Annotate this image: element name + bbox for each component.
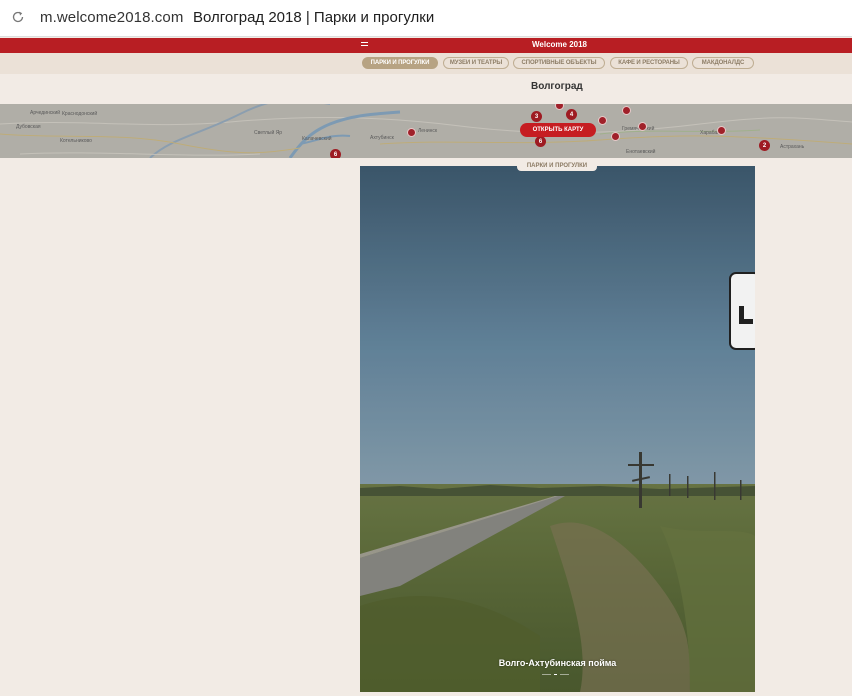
map-pin-icon[interactable] xyxy=(622,106,631,115)
url-text[interactable]: m.welcome2018.com xyxy=(40,9,183,26)
city-header: Волгоград xyxy=(0,74,852,104)
place-name: Волго-Ахтубинская пойма xyxy=(498,658,617,668)
hamburger-icon[interactable] xyxy=(361,40,369,50)
slide-dot[interactable] xyxy=(560,674,569,675)
reload-icon[interactable] xyxy=(11,10,25,24)
map-pin-icon[interactable] xyxy=(611,132,620,141)
slide-dot-active[interactable] xyxy=(554,674,557,675)
city-title: Волгоград xyxy=(531,81,583,92)
category-tab-parks[interactable]: ПАРКИ И ПРОГУЛКИ xyxy=(362,57,438,69)
place-card[interactable]: Волго-Ахтубинская пойма xyxy=(360,166,755,692)
page-title-text: Волгоград 2018 | Парки и прогулки xyxy=(193,9,435,26)
section-tag: ПАРКИ И ПРОГУЛКИ xyxy=(517,160,597,171)
map-pin-icon[interactable] xyxy=(717,126,726,135)
category-tab-sports[interactable]: СПОРТИВНЫЕ ОБЪЕКТЫ xyxy=(513,57,605,69)
map-pin-icon[interactable] xyxy=(638,122,647,131)
slide-indicator xyxy=(542,674,569,675)
map-preview[interactable]: Арчединский Краснодонский Дубовская Коте… xyxy=(0,104,852,158)
map-marker[interactable]: 6 xyxy=(330,149,341,158)
site-top-bar: Welcome 2018 xyxy=(0,38,852,53)
map-marker[interactable]: 3 xyxy=(531,111,542,122)
slide-dot[interactable] xyxy=(542,674,551,675)
map-pin-icon[interactable] xyxy=(598,116,607,125)
category-tab-cafes[interactable]: КАФЕ И РЕСТОРАНЫ xyxy=(610,57,688,69)
open-map-button[interactable]: ОТКРЫТЬ КАРТУ xyxy=(520,123,596,137)
browser-address-bar: m.welcome2018.com Волгоград 2018 | Парки… xyxy=(0,0,852,37)
category-tab-mcdonalds[interactable]: МАКДОНАЛДС xyxy=(692,57,754,69)
category-tab-museums[interactable]: МУЗЕИ И ТЕАТРЫ xyxy=(443,57,509,69)
place-photo xyxy=(360,166,755,692)
map-marker[interactable]: 4 xyxy=(566,109,577,120)
site-brand[interactable]: Welcome 2018 xyxy=(532,40,587,49)
map-marker[interactable]: 2 xyxy=(759,140,770,151)
map-marker[interactable]: 6 xyxy=(535,136,546,147)
map-pin-icon[interactable] xyxy=(407,128,416,137)
category-nav: ПАРКИ И ПРОГУЛКИ МУЗЕИ И ТЕАТРЫ СПОРТИВН… xyxy=(0,53,852,74)
